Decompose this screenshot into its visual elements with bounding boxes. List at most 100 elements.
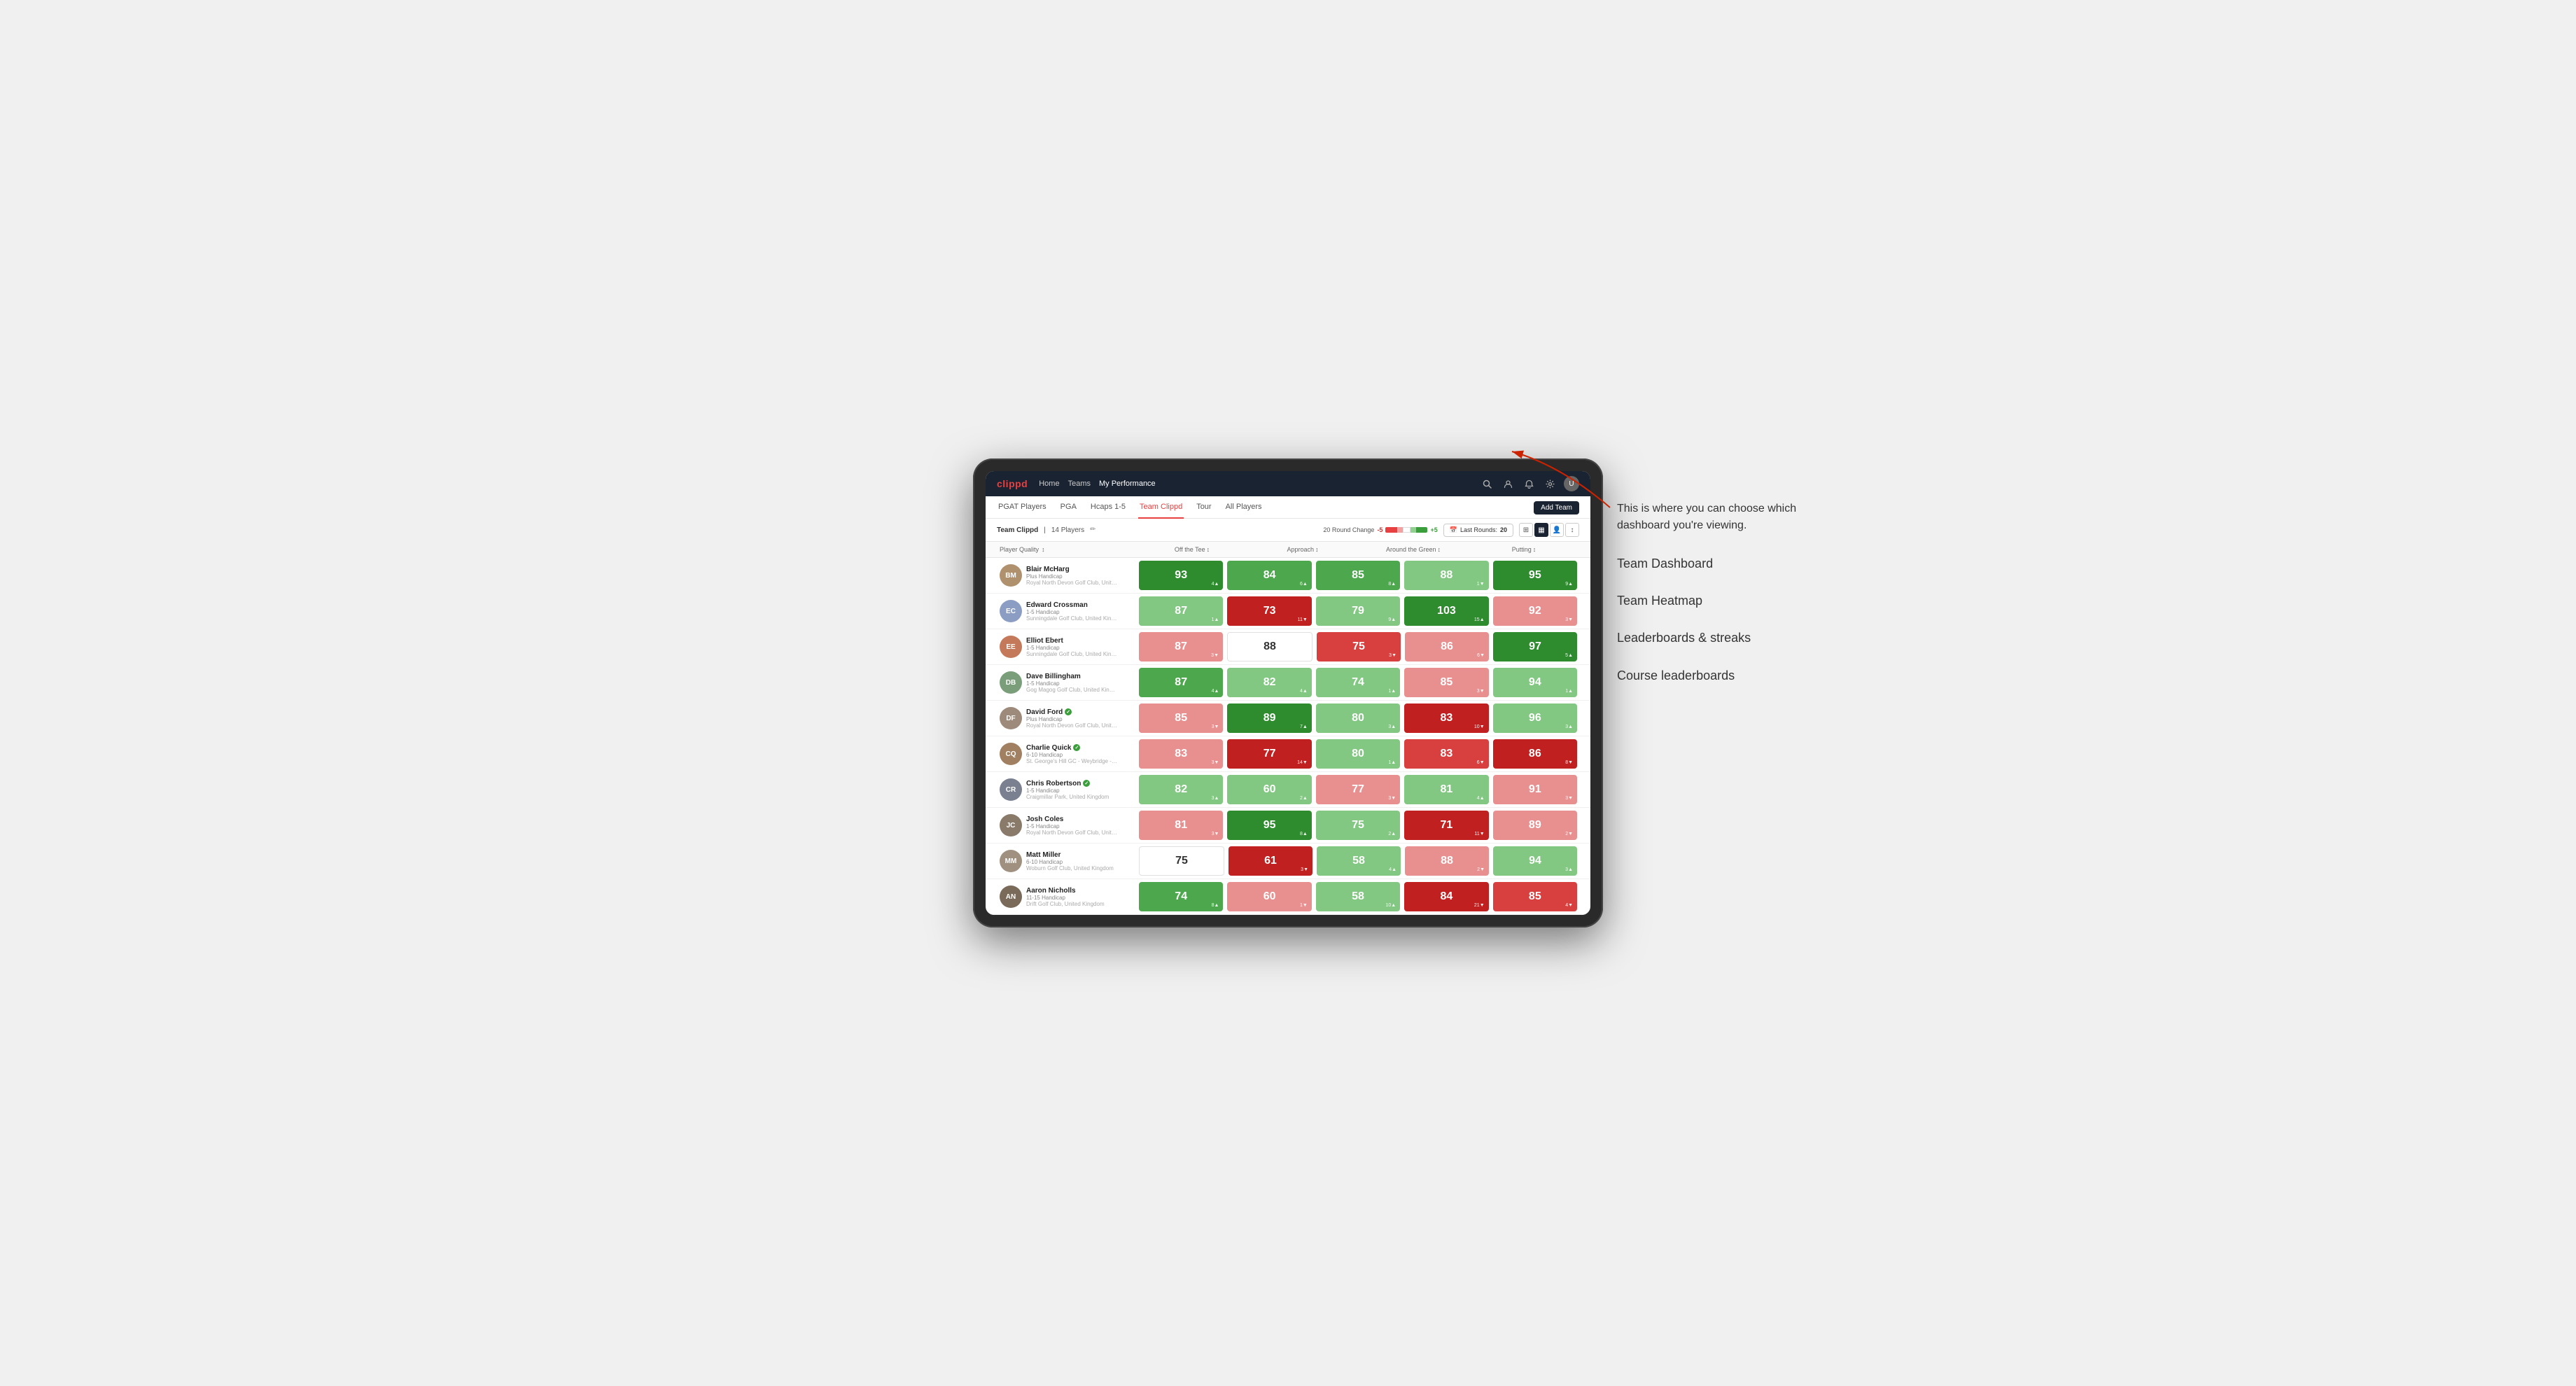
score-approach: 752▲ (1316, 811, 1400, 840)
tab-all-players[interactable]: All Players (1224, 496, 1264, 519)
bar-green (1416, 527, 1428, 533)
tab-tour[interactable]: Tour (1195, 496, 1212, 519)
sort-icon-approach[interactable]: ↕ (1315, 546, 1319, 553)
player-rows-container: BMBlair McHargPlus HandicapRoyal North D… (986, 558, 1590, 915)
view-heatmap-button[interactable]: ▦ (1534, 523, 1548, 537)
player-info: DFDavid Ford✓Plus HandicapRoyal North De… (997, 701, 1137, 736)
settings-icon[interactable] (1543, 477, 1557, 491)
score-around: 8310▼ (1404, 704, 1488, 733)
player-club: Royal North Devon Golf Club, United King… (1026, 722, 1117, 729)
score-change-around: 11▼ (1474, 832, 1484, 836)
view-grid-button[interactable]: ⊞ (1519, 523, 1533, 537)
score-change-quality: 8▲ (1212, 903, 1219, 908)
score-around: 8421▼ (1404, 882, 1488, 911)
score-change-tee: 7▲ (1300, 724, 1308, 729)
table-row[interactable]: MMMatt Miller6-10 HandicapWoburn Golf Cl… (986, 844, 1590, 879)
score-value-around: 85 (1441, 676, 1453, 689)
table-row[interactable]: ANAaron Nicholls11-15 HandicapDrift Golf… (986, 879, 1590, 915)
sub-nav: PGAT Players PGA Hcaps 1-5 Team Clippd T… (986, 496, 1590, 519)
tab-team-clippd[interactable]: Team Clippd (1138, 496, 1184, 519)
score-change-approach: 1▲ (1388, 760, 1396, 765)
player-details: Aaron Nicholls11-15 HandicapDrift Golf C… (1026, 887, 1105, 907)
player-name: Blair McHarg (1026, 566, 1117, 573)
player-name: Dave Billingham (1026, 673, 1117, 680)
score-quality: 748▲ (1139, 882, 1223, 911)
avatar: DB (1000, 671, 1022, 694)
score-value-around: 103 (1437, 605, 1456, 617)
table-row[interactable]: CRChris Robertson✓1-5 HandicapCraigmilla… (986, 772, 1590, 808)
table-row[interactable]: ECEdward Crossman1-5 HandicapSunningdale… (986, 594, 1590, 629)
table-row[interactable]: EEElliot Ebert1-5 HandicapSunningdale Go… (986, 629, 1590, 665)
player-details: Charlie Quick✓6-10 HandicapSt. George's … (1026, 744, 1117, 764)
last-rounds-button[interactable]: 📅 Last Rounds: 20 (1443, 524, 1513, 537)
score-value-quality: 83 (1175, 748, 1187, 760)
sort-icon-putting[interactable]: ↕ (1533, 546, 1536, 553)
score-around: 836▼ (1404, 739, 1488, 769)
score-change-approach: 4▲ (1389, 867, 1396, 872)
table-row[interactable]: JCJosh Coles1-5 HandicapRoyal North Devo… (986, 808, 1590, 844)
tab-hcaps[interactable]: Hcaps 1-5 (1089, 496, 1127, 519)
score-value-around: 88 (1441, 855, 1453, 867)
score-putting: 963▲ (1493, 704, 1577, 733)
around-label: Around the Green (1386, 546, 1436, 553)
score-change-putting: 3▲ (1565, 867, 1573, 872)
view-list-button[interactable]: ↕ (1565, 523, 1579, 537)
score-change-around: 6▼ (1477, 760, 1485, 765)
bar-light-green (1410, 527, 1416, 533)
score-change-putting: 9▲ (1565, 582, 1573, 587)
score-quality: 873▼ (1139, 632, 1223, 662)
score-value-approach: 85 (1352, 569, 1364, 582)
score-putting: 923▼ (1493, 596, 1577, 626)
table-row[interactable]: DFDavid Ford✓Plus HandicapRoyal North De… (986, 701, 1590, 736)
score-change-around: 3▼ (1477, 689, 1485, 694)
score-value-quality: 81 (1175, 819, 1187, 832)
score-value-approach: 77 (1352, 783, 1364, 796)
score-value-tee: 60 (1264, 890, 1276, 903)
nav-home[interactable]: Home (1039, 478, 1059, 489)
player-info: MMMatt Miller6-10 HandicapWoburn Golf Cl… (997, 844, 1137, 878)
sort-icon-around[interactable]: ↕ (1438, 546, 1441, 553)
score-change-tee: 11▼ (1298, 617, 1308, 622)
player-handicap: Plus Handicap (1026, 716, 1117, 722)
tab-pgat-players[interactable]: PGAT Players (997, 496, 1048, 519)
add-team-button[interactable]: Add Team (1534, 501, 1579, 514)
player-name: Josh Coles (1026, 816, 1117, 823)
score-value-putting: 95 (1529, 569, 1541, 582)
nav-performance[interactable]: My Performance (1099, 478, 1156, 489)
verified-icon: ✓ (1083, 780, 1090, 787)
sort-icon-tee[interactable]: ↕ (1207, 546, 1210, 553)
score-value-putting: 85 (1529, 890, 1541, 903)
player-handicap: 1-5 Handicap (1026, 645, 1117, 651)
navbar-actions: U (1480, 476, 1579, 491)
table-row[interactable]: CQCharlie Quick✓6-10 HandicapSt. George'… (986, 736, 1590, 772)
score-change-putting: 2▼ (1565, 832, 1573, 836)
user-avatar[interactable]: U (1564, 476, 1579, 491)
sort-icon-quality[interactable]: ↕ (1042, 546, 1045, 553)
score-tee: 824▲ (1227, 668, 1311, 697)
bell-icon[interactable] (1522, 477, 1536, 491)
avatar: CR (1000, 778, 1022, 801)
score-value-approach: 80 (1352, 712, 1364, 724)
score-quality: 874▲ (1139, 668, 1223, 697)
score-value-around: 88 (1441, 569, 1453, 582)
navbar-nav: Home Teams My Performance (1039, 478, 1469, 489)
score-value-putting: 94 (1529, 855, 1541, 867)
search-icon[interactable] (1480, 477, 1494, 491)
person-icon[interactable] (1501, 477, 1515, 491)
score-change-quality: 3▲ (1212, 796, 1219, 801)
score-value-approach: 75 (1352, 640, 1365, 653)
edit-icon[interactable]: ✏ (1090, 526, 1098, 534)
player-info: ANAaron Nicholls11-15 HandicapDrift Golf… (997, 879, 1137, 914)
verified-icon: ✓ (1073, 744, 1080, 751)
score-approach: 773▼ (1316, 775, 1400, 804)
nav-teams[interactable]: Teams (1068, 478, 1091, 489)
score-putting: 868▼ (1493, 739, 1577, 769)
view-person-button[interactable]: 👤 (1550, 523, 1564, 537)
last-rounds-label: Last Rounds: (1460, 526, 1497, 533)
table-row[interactable]: DBDave Billingham1-5 HandicapGog Magog G… (986, 665, 1590, 701)
tab-pga[interactable]: PGA (1059, 496, 1078, 519)
player-details: Dave Billingham1-5 HandicapGog Magog Gol… (1026, 673, 1117, 693)
table-row[interactable]: BMBlair McHargPlus HandicapRoyal North D… (986, 558, 1590, 594)
score-tee: 958▲ (1227, 811, 1311, 840)
player-info: DBDave Billingham1-5 HandicapGog Magog G… (997, 665, 1137, 700)
